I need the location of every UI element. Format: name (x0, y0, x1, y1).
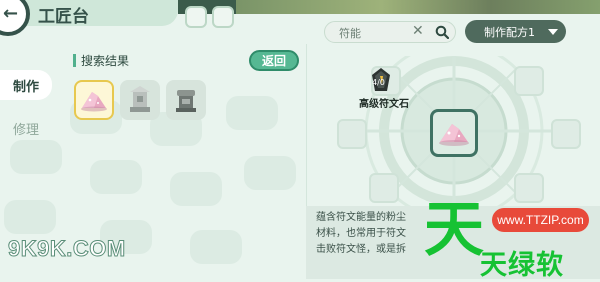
search-bar: 符能 ✕ (324, 21, 456, 43)
clear-icon[interactable]: ✕ (412, 23, 424, 39)
back-arrow-icon: ← (3, 3, 19, 24)
sidebar-item-label: 修理 (12, 122, 39, 138)
material-name: 高级符文石 (359, 99, 409, 110)
recipe-dropdown[interactable]: 制作配方1 (465, 20, 566, 43)
return-button[interactable]: 返回 (249, 50, 299, 71)
watermark-url-badge: www.TTZIP.com (492, 208, 589, 232)
chevron-down-icon (548, 29, 558, 35)
back-button[interactable]: ← (0, 0, 30, 36)
toolbar-slot-1[interactable] (185, 6, 207, 28)
results-title: 搜索结果 (81, 54, 130, 68)
recipe-dropdown-label: 制作配方1 (484, 26, 535, 39)
sidebar-item-craft[interactable]: 制作 (0, 70, 52, 100)
watermark-logo-char: 天 (424, 195, 484, 265)
section-marker (73, 54, 76, 67)
pink-crystal-icon (439, 124, 469, 146)
description-line: 蕴含符文能量的粉尘 (316, 212, 406, 223)
ingredient-slot-4[interactable] (551, 119, 581, 149)
search-input[interactable]: 符能 (339, 25, 361, 41)
result-slot-3[interactable] (166, 80, 206, 120)
dark-stone-altar-icon (176, 90, 196, 112)
watermark-9k9k: 9K9K.COM (8, 236, 126, 262)
ingredient-slot-3[interactable] (337, 119, 367, 149)
result-slot-1[interactable] (74, 80, 114, 120)
material-count: 4/0 (372, 78, 385, 87)
toolbar-slot-2[interactable] (212, 6, 234, 28)
description-line: 材料，也常用于符文 (316, 228, 406, 239)
craft-target-slot[interactable] (430, 109, 478, 157)
pink-crystal-icon (81, 92, 107, 112)
page-title: 工匠台 (38, 7, 89, 27)
description-line: 击败符文怪，或是拆 (316, 244, 406, 255)
grey-stone-altar-icon (130, 86, 150, 112)
watermark-brand: 天绿软 (480, 250, 564, 281)
sidebar-item-label: 制作 (12, 79, 39, 95)
result-slot-2[interactable] (120, 80, 160, 120)
ingredient-slot-6[interactable] (514, 173, 544, 203)
sidebar-item-repair[interactable]: 修理 (0, 113, 52, 143)
ingredient-slot-5[interactable] (369, 173, 399, 203)
ingredient-slot-2[interactable] (514, 66, 544, 96)
game-world-peek (236, 0, 600, 14)
description-text: 蕴含符文能量的粉尘 材料，也常用于符文 击败符文怪，或是拆 (316, 210, 420, 258)
search-icon[interactable] (435, 25, 449, 39)
